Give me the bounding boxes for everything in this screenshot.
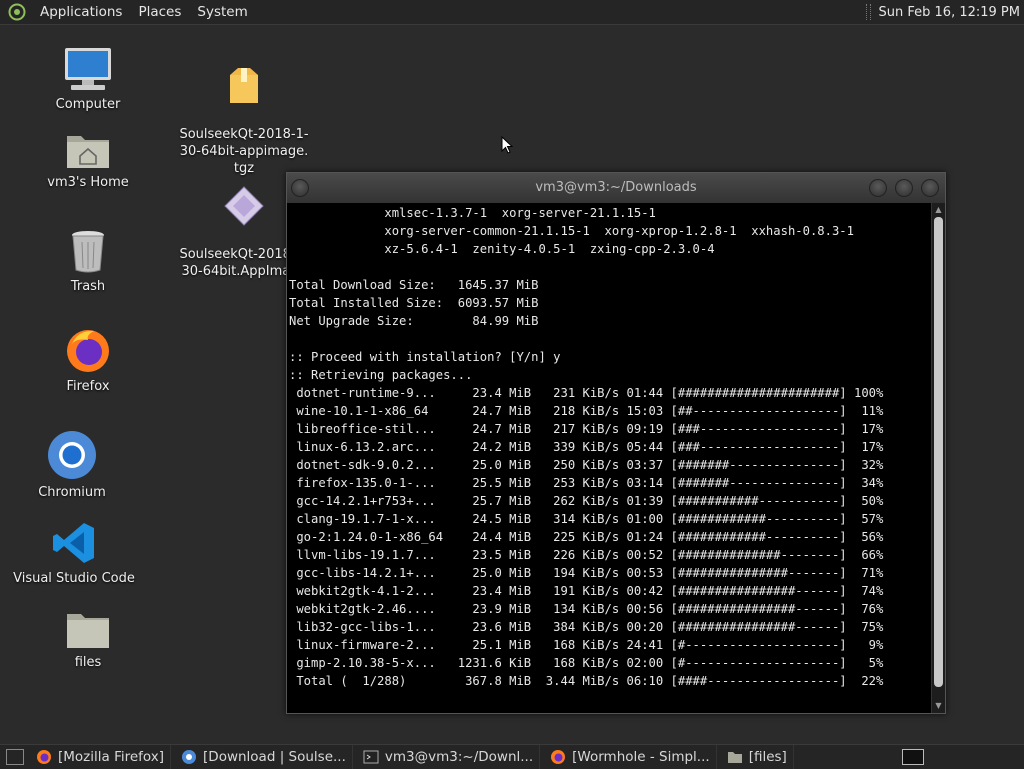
terminal-line: gimp-2.10.38-5-x... 1231.6 KiB 168 KiB/s…: [289, 656, 884, 670]
terminal-line: dotnet-sdk-9.0.2... 25.0 MiB 250 KiB/s 0…: [289, 458, 884, 472]
desktop-icon-computer[interactable]: Computer: [23, 46, 153, 113]
home-folder-icon: [67, 136, 109, 168]
terminal-icon: [363, 750, 379, 764]
terminal-line: llvm-libs-19.1.7... 23.5 MiB 226 KiB/s 0…: [289, 548, 884, 562]
terminal-line: firefox-135.0-1-... 25.5 MiB 253 KiB/s 0…: [289, 476, 884, 490]
task-label: [Wormhole - Simpl...: [572, 749, 710, 765]
desktop-icon-label: Chromium: [38, 485, 106, 500]
terminal-line: :: Proceed with installation? [Y/n] y: [289, 350, 561, 364]
workspace-switcher[interactable]: [902, 749, 924, 765]
trash-icon: [72, 231, 104, 273]
terminal-line: dotnet-runtime-9... 23.4 MiB 231 KiB/s 0…: [289, 386, 884, 400]
task-terminal[interactable]: vm3@vm3:~/Downl...: [357, 745, 541, 769]
terminal-window[interactable]: vm3@vm3:~/Downloads xmlsec-1.3.7-1 xorg-…: [286, 172, 946, 714]
scroll-up-arrow-icon[interactable]: ▲: [934, 205, 943, 215]
desktop-icon-label: Computer: [55, 97, 121, 112]
firefox-icon: [67, 330, 109, 372]
desktop-icon-files[interactable]: files: [23, 610, 153, 671]
desktop-icon-label: vm3's Home: [47, 175, 129, 190]
terminal-line: xorg-server-common-21.1.15-1 xorg-xprop-…: [289, 224, 854, 238]
firefox-icon: [551, 750, 566, 764]
vscode-icon: [53, 523, 94, 563]
maximize-button[interactable]: [895, 179, 913, 197]
task-label: [files]: [748, 749, 787, 765]
desktop-icon-vscode[interactable]: Visual Studio Code: [9, 520, 139, 587]
appimage-icon: [224, 186, 264, 226]
panel-grip: [865, 4, 871, 20]
scrollbar-thumb[interactable]: [934, 217, 943, 687]
scrollbar[interactable]: ▲ ▼: [931, 203, 945, 713]
terminal-line: go-2:1.24.0-1-x86_64 24.4 MiB 225 KiB/s …: [289, 530, 884, 544]
clock-area: Sun Feb 16, 12:19 PM: [865, 0, 1020, 24]
task-label: vm3@vm3:~/Downl...: [384, 749, 534, 765]
bottom-taskbar: [Mozilla Firefox] [Download | Soulse... …: [0, 744, 1024, 769]
desktop-icon-trash[interactable]: Trash: [23, 228, 153, 295]
desktop-icon-chromium[interactable]: Chromium: [7, 430, 137, 501]
terminal-output[interactable]: xmlsec-1.3.7-1 xorg-server-21.1.15-1 xor…: [287, 203, 931, 713]
terminal-line: lib32-gcc-libs-1... 23.6 MiB 384 KiB/s 0…: [289, 620, 884, 634]
menu-places[interactable]: Places: [130, 0, 189, 24]
mouse-pointer-icon: [501, 136, 513, 154]
terminal-line: Total Installed Size: 6093.57 MiB: [289, 296, 539, 310]
chromium-icon: [48, 431, 96, 479]
archive-icon: [230, 68, 258, 103]
terminal-line: gcc-libs-14.2.1+... 25.0 MiB 194 KiB/s 0…: [289, 566, 884, 580]
terminal-line: Total Download Size: 1645.37 MiB: [289, 278, 539, 292]
task-files[interactable]: [files]: [721, 745, 794, 769]
terminal-line: webkit2gtk-4.1-2... 23.4 MiB 191 KiB/s 0…: [289, 584, 884, 598]
menu-system[interactable]: System: [189, 0, 255, 24]
folder-icon: [67, 614, 109, 648]
terminal-line: Total ( 1/288) 367.8 MiB 3.44 MiB/s 06:1…: [289, 674, 884, 688]
terminal-line: clang-19.1.7-1-x... 24.5 MiB 314 KiB/s 0…: [289, 512, 884, 526]
desktop-icon-label: files: [74, 655, 102, 670]
minimize-button[interactable]: [869, 179, 887, 197]
computer-icon: [65, 48, 111, 90]
terminal-line: Net Upgrade Size: 84.99 MiB: [289, 314, 539, 328]
terminal-line: :: Retrieving packages...: [289, 368, 473, 382]
terminal-line: libreoffice-stil... 24.7 MiB 217 KiB/s 0…: [289, 422, 884, 436]
desktop-icon-firefox[interactable]: Firefox: [23, 326, 153, 395]
top-panel: Applications Places System Sun Feb 16, 1…: [0, 0, 1024, 25]
desktop-icon-label: Firefox: [66, 379, 110, 394]
firefox-icon: [37, 750, 51, 764]
window-title: vm3@vm3:~/Downloads: [535, 180, 697, 195]
chromium-icon: [182, 750, 197, 764]
terminal-line: wine-10.1-1-x86_64 24.7 MiB 218 KiB/s 15…: [289, 404, 884, 418]
menu-applications[interactable]: Applications: [32, 0, 130, 24]
task-label: [Download | Soulse...: [203, 749, 346, 765]
desktop-icon-home[interactable]: vm3's Home: [23, 130, 153, 191]
desktop-icon-label: Visual Studio Code: [13, 571, 135, 586]
task-wormhole[interactable]: [Wormhole - Simpl...: [544, 745, 717, 769]
desktop-icon-label: Trash: [70, 279, 106, 294]
terminal-line: linux-firmware-2... 25.1 MiB 168 KiB/s 2…: [289, 638, 884, 652]
scroll-down-arrow-icon[interactable]: ▼: [934, 701, 943, 711]
task-chromium[interactable]: [Download | Soulse...: [175, 745, 353, 769]
terminal-line: xmlsec-1.3.7-1 xorg-server-21.1.15-1: [289, 206, 656, 220]
folder-icon: [727, 752, 742, 763]
clock[interactable]: Sun Feb 16, 12:19 PM: [879, 5, 1020, 20]
close-button[interactable]: [921, 179, 939, 197]
distro-logo-icon[interactable]: [8, 3, 26, 21]
show-desktop-icon[interactable]: [6, 749, 24, 765]
task-firefox[interactable]: [Mozilla Firefox]: [30, 745, 172, 769]
terminal-line: linux-6.13.2.arc... 24.2 MiB 339 KiB/s 0…: [289, 440, 884, 454]
terminal-line: webkit2gtk-2.46.... 23.9 MiB 134 KiB/s 0…: [289, 602, 884, 616]
task-label: [Mozilla Firefox]: [58, 749, 165, 765]
window-menu-button[interactable]: [291, 179, 309, 197]
window-titlebar[interactable]: vm3@vm3:~/Downloads: [287, 173, 945, 203]
terminal-line: gcc-14.2.1+r753+... 25.7 MiB 262 KiB/s 0…: [289, 494, 884, 508]
terminal-line: xz-5.6.4-1 zenity-4.0.5-1 zxing-cpp-2.3.…: [289, 242, 715, 256]
